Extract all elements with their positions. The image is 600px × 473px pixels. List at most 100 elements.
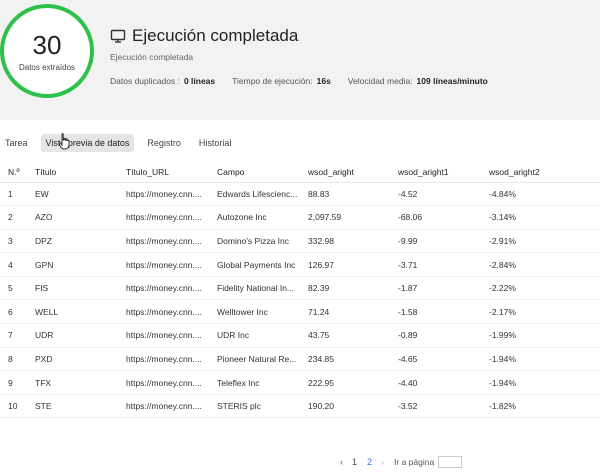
- table-cell-text: -2.22%: [489, 283, 516, 294]
- table-cell-text: 6: [8, 306, 13, 317]
- table-cell: -2.91%: [481, 229, 600, 254]
- table-cell-text: https://money.cnn....: [126, 306, 202, 317]
- extracted-count: 30: [32, 29, 62, 60]
- column-header[interactable]: Título: [27, 162, 118, 183]
- table-cell: -3.52: [390, 394, 481, 419]
- table-cell-text: Welltower Inc: [217, 306, 268, 317]
- column-header[interactable]: wsod_aright2: [481, 162, 600, 183]
- table-cell-text: https://money.cnn....: [126, 377, 202, 388]
- table-cell-text: -3.52: [398, 401, 418, 412]
- table-cell: -2.22%: [481, 276, 600, 301]
- table-cell: 5: [0, 276, 27, 301]
- table-cell: EW: [27, 182, 118, 207]
- stat-runtime-value: 16s: [316, 76, 331, 86]
- goto-page-input[interactable]: [438, 456, 463, 468]
- table-cell: 126.97: [300, 252, 390, 277]
- tab-registro[interactable]: Registro: [142, 134, 186, 152]
- table-row[interactable]: 9 TFX https://money.cnn.... Teleflex Inc 222…: [0, 370, 600, 395]
- table-cell: Fidelity National In...: [209, 276, 300, 301]
- table-cell: FIS: [27, 276, 118, 301]
- table-row[interactable]: 5 FIS https://money.cnn.... Fidelity Nation…: [0, 276, 600, 301]
- goto-page-label: Ir a página: [394, 457, 435, 467]
- table-cell-text: 2,097.59: [308, 212, 342, 223]
- table-cell-text: 5: [8, 283, 13, 294]
- table-cell-text: 43.75: [308, 330, 330, 341]
- table-cell-text: DPZ: [35, 235, 52, 246]
- table-cell: 43.75: [300, 323, 390, 348]
- table-cell-text: GPN: [35, 259, 54, 270]
- table-cell: 71.24: [300, 299, 390, 325]
- tab-vista-previa[interactable]: Vista previa de datos: [40, 134, 135, 152]
- table-row[interactable]: 10 STE https://money.cnn.... STERIS plc 190.…: [0, 394, 600, 419]
- table-row[interactable]: 8 PXD https://money.cnn.... Pioneer Natural…: [0, 347, 600, 372]
- pagination: ‹ 1 2 › Ir a página: [336, 456, 463, 468]
- table-cell-text: -1.94%: [489, 377, 516, 388]
- table-cell-text: 222.95: [308, 377, 334, 388]
- table-cell: Teleflex Inc: [209, 370, 300, 395]
- table-cell-text: STE: [35, 401, 52, 412]
- table-cell-text: https://money.cnn....: [126, 283, 202, 294]
- title-row: Ejecución completada: [110, 26, 298, 46]
- table-cell: -9.99: [390, 229, 481, 254]
- next-page-button[interactable]: ›: [381, 457, 384, 467]
- table-cell: Pioneer Natural Re...: [209, 347, 300, 372]
- run-stats: Datos duplicados :0 líneas Tiempo de eje…: [110, 76, 505, 86]
- table-cell: -1.87: [390, 276, 481, 301]
- table-cell-text: 88.83: [308, 188, 330, 199]
- table-header-row: N.º Título Título_URL Campo wsod_aright …: [0, 162, 600, 183]
- page-title: Ejecución completada: [132, 26, 299, 45]
- column-header[interactable]: wsod_aright1: [390, 162, 481, 183]
- column-header[interactable]: Campo: [209, 162, 300, 183]
- table-cell: 1: [0, 182, 27, 207]
- column-header[interactable]: N.º: [0, 162, 27, 183]
- table-cell: 82.39: [300, 276, 390, 301]
- table-row[interactable]: 2 AZO https://money.cnn.... Autozone Inc 2,0…: [0, 205, 600, 230]
- prev-page-button[interactable]: ‹: [340, 457, 343, 467]
- table-cell-text: 9: [8, 377, 13, 388]
- table-cell: Domino's Pizza Inc: [209, 229, 300, 254]
- table-cell: https://money.cnn....: [118, 252, 209, 277]
- tab-historial[interactable]: Historial: [194, 134, 237, 152]
- table-cell-text: Global Payments Inc: [217, 259, 296, 270]
- table-cell-text: TFX: [35, 377, 52, 388]
- table-cell-text: UDR: [35, 330, 54, 341]
- table-cell-text: Teleflex Inc: [217, 377, 260, 388]
- table-cell-text: Pioneer Natural Re...: [217, 353, 297, 364]
- table-cell-text: 4: [8, 259, 13, 270]
- stat-runtime-label: Tiempo de ejecución:: [232, 76, 313, 86]
- table-row[interactable]: 6 WELL https://money.cnn.... Welltower Inc 7…: [0, 299, 600, 325]
- table-cell-text: 10: [8, 401, 18, 412]
- stat-duplicates-value: 0 líneas: [183, 76, 216, 86]
- table-cell: 10: [0, 394, 27, 419]
- table-cell-text: https://money.cnn....: [126, 330, 202, 341]
- tab-tarea[interactable]: Tarea: [0, 134, 33, 152]
- table-row[interactable]: 4 GPN https://money.cnn.... Global Payments…: [0, 252, 600, 277]
- table-cell-text: 1: [8, 188, 13, 199]
- table-cell-text: -4.65: [398, 353, 418, 364]
- table-cell: 2,097.59: [300, 205, 390, 230]
- table-cell-text: -1.82%: [489, 401, 516, 412]
- table-cell-text: 2: [8, 212, 13, 223]
- table-cell: UDR Inc: [209, 323, 300, 348]
- table-cell: -68.06: [390, 205, 481, 230]
- table-row[interactable]: 3 DPZ https://money.cnn.... Domino's Pizza …: [0, 229, 600, 254]
- column-header[interactable]: wsod_aright: [300, 162, 390, 183]
- table-cell-text: Fidelity National In...: [217, 283, 295, 294]
- table-cell-text: -2.17%: [489, 306, 516, 317]
- table-cell: -2.17%: [481, 299, 600, 325]
- page-2-button[interactable]: 2: [367, 457, 372, 467]
- page-1-button[interactable]: 1: [352, 457, 357, 467]
- table-cell-text: -4.84%: [489, 188, 516, 199]
- column-header[interactable]: Título_URL: [118, 162, 209, 183]
- table-row[interactable]: 1 EW https://money.cnn.... Edwards Lifescie…: [0, 182, 600, 207]
- extracted-count-circle: 30 Datos extraídos: [0, 4, 94, 98]
- table-cell: 2: [0, 205, 27, 230]
- table-cell: https://money.cnn....: [118, 323, 209, 348]
- table-cell: -4.65: [390, 347, 481, 372]
- table-cell-text: -4.40: [398, 377, 418, 388]
- table-cell: https://money.cnn....: [118, 370, 209, 395]
- table-row[interactable]: 7 UDR https://money.cnn.... UDR Inc 43.75 -0.…: [0, 323, 600, 348]
- table-cell: AZO: [27, 205, 118, 230]
- table-cell: 4: [0, 252, 27, 277]
- table-cell: https://money.cnn....: [118, 394, 209, 419]
